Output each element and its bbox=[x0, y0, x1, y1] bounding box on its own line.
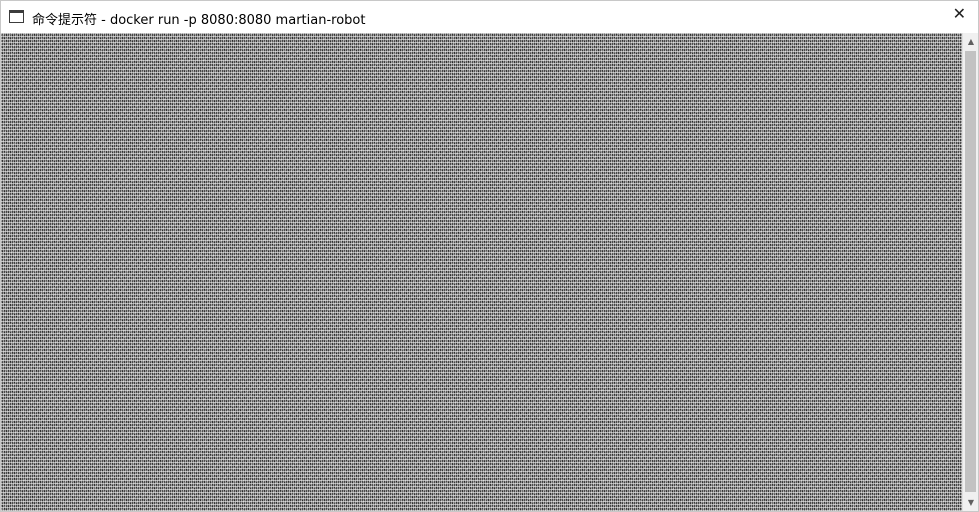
scroll-thumb[interactable] bbox=[965, 51, 976, 492]
console-window-icon[interactable] bbox=[9, 10, 24, 23]
title-bar[interactable]: 命令提示符 - docker run -p 8080:8080 martian-… bbox=[1, 1, 978, 33]
window-title: 命令提示符 - docker run -p 8080:8080 martian-… bbox=[32, 13, 366, 28]
vertical-scrollbar[interactable]: ▲ ▼ bbox=[962, 33, 978, 511]
console-window: 命令提示符 - docker run -p 8080:8080 martian-… bbox=[0, 0, 979, 512]
console-output-area[interactable] bbox=[1, 33, 963, 511]
scroll-down-arrow-icon[interactable]: ▼ bbox=[963, 494, 979, 511]
close-icon[interactable]: ✕ bbox=[953, 6, 966, 22]
scroll-up-arrow-icon[interactable]: ▲ bbox=[963, 33, 979, 50]
